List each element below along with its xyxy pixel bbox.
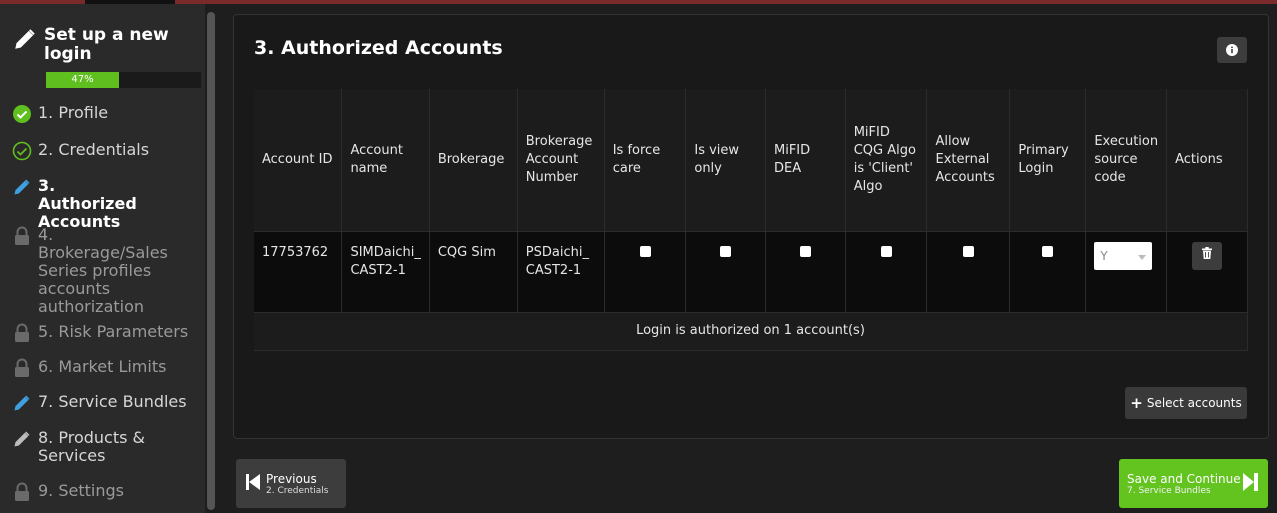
step-credentials[interactable]: 2. Credentials xyxy=(12,141,149,161)
step-service-bundles[interactable]: 7. Service Bundles xyxy=(12,393,187,413)
accounts-table: Account ID Account name Brokerage Broker… xyxy=(254,89,1248,351)
pencil-icon xyxy=(12,177,32,197)
pencil-icon xyxy=(12,429,32,449)
step-authorized-accounts[interactable]: 3. Authorized Accounts xyxy=(12,177,148,231)
check-circle-filled-icon xyxy=(12,104,32,124)
step-label: 2. Credentials xyxy=(38,140,150,159)
plus-icon: + xyxy=(1130,394,1143,412)
col-mifid-dea: MiFID DEA xyxy=(765,89,846,232)
next-step-label: 7. Service Bundles xyxy=(1127,485,1211,496)
section-title: 3. Authorized Accounts xyxy=(254,37,503,59)
step-label: 3. Authorized Accounts xyxy=(38,176,137,231)
account-name-cell: SIMDaichi_ CAST2-1 xyxy=(341,231,430,313)
step-label: 6. Market Limits xyxy=(38,357,167,376)
table-header-row: Account ID Account name Brokerage Broker… xyxy=(254,89,1248,232)
step-label: 5. Risk Parameters xyxy=(38,322,189,341)
step-label: 7. Service Bundles xyxy=(38,392,187,411)
info-icon xyxy=(1226,41,1238,60)
select-accounts-label: Select accounts xyxy=(1146,396,1242,410)
info-button[interactable] xyxy=(1217,37,1247,63)
step-profile[interactable]: 1. Profile xyxy=(12,104,108,124)
mifid-cqg-algo-cell xyxy=(845,231,928,313)
col-mifid-cqg-algo: MiFID CQG Algo is 'Client' Algo xyxy=(845,89,928,232)
skip-next-icon xyxy=(1243,472,1258,495)
lock-icon xyxy=(12,226,32,246)
execution-source-code-cell: Y xyxy=(1085,231,1168,313)
primary-login-cell xyxy=(1009,231,1087,313)
authorized-count-text: Login is authorized on 1 account(s) xyxy=(254,312,1248,351)
actions-cell xyxy=(1166,231,1248,313)
col-brokerage: Brokerage xyxy=(429,89,518,232)
col-account-name: Account name xyxy=(341,89,430,232)
step-market-limits[interactable]: 6. Market Limits xyxy=(12,358,166,378)
step-products-services[interactable]: 8. Products & Services xyxy=(12,429,158,465)
save-and-continue-button[interactable]: Save and Continue 7. Service Bundles xyxy=(1119,459,1268,508)
mifid-cqg-algo-checkbox[interactable] xyxy=(880,245,892,257)
previous-step-label: 2. Credentials xyxy=(266,485,329,496)
save-and-continue-label: Save and Continue xyxy=(1127,471,1241,486)
wizard-title: Set up a new login xyxy=(12,26,174,64)
allow-external-accounts-checkbox[interactable] xyxy=(962,245,974,257)
previous-label: Previous xyxy=(266,471,317,486)
select-value: Y xyxy=(1100,248,1108,263)
caret-down-icon xyxy=(1138,247,1147,265)
wizard-sidebar: Set up a new login 47% 1. Profile 2. Cre… xyxy=(0,4,205,513)
primary-login-checkbox[interactable] xyxy=(1042,245,1054,257)
step-brokerage-sales-series[interactable]: 4. Brokerage/Sales Series profiles accou… xyxy=(12,226,178,316)
is-view-only-cell xyxy=(685,231,766,313)
execution-source-code-select[interactable]: Y xyxy=(1094,241,1153,270)
mifid-dea-checkbox[interactable] xyxy=(799,245,811,257)
step-label: 4. Brokerage/Sales Series profiles accou… xyxy=(38,225,168,316)
brokerage-account-number-cell: PSDaichi_ CAST2-1 xyxy=(517,231,605,313)
col-allow-external-accounts: Allow External Accounts xyxy=(926,89,1011,232)
col-is-force-care: Is force care xyxy=(604,89,687,232)
step-settings[interactable]: 9. Settings xyxy=(12,482,124,502)
table-row: 17753762 SIMDaichi_ CAST2-1 CQG Sim PSDa… xyxy=(254,231,1248,313)
wizard-progress-bar: 47% xyxy=(46,72,201,88)
progress-label: 47% xyxy=(71,74,94,85)
step-label: 1. Profile xyxy=(38,103,109,122)
mifid-dea-cell xyxy=(765,231,846,313)
trash-icon xyxy=(1202,246,1213,265)
lock-icon xyxy=(12,358,32,378)
skip-previous-icon xyxy=(246,473,260,494)
pencil-icon xyxy=(12,26,38,56)
col-is-view-only: Is view only xyxy=(685,89,766,232)
check-circle-outline-icon xyxy=(12,141,32,161)
select-accounts-button[interactable]: + Select accounts xyxy=(1125,387,1247,419)
col-actions: Actions xyxy=(1166,89,1248,232)
table-footer-row: Login is authorized on 1 account(s) xyxy=(254,312,1248,351)
step-risk-parameters[interactable]: 5. Risk Parameters xyxy=(12,323,188,343)
authorized-accounts-panel: 3. Authorized Accounts Account ID Accoun… xyxy=(233,14,1269,439)
is-force-care-checkbox[interactable] xyxy=(639,245,651,257)
previous-button[interactable]: Previous 2. Credentials xyxy=(236,459,346,508)
sidebar-scrollbar[interactable] xyxy=(207,12,215,510)
lock-icon xyxy=(12,323,32,343)
pencil-icon xyxy=(12,393,32,413)
lock-icon xyxy=(12,482,32,502)
col-primary-login: Primary Login xyxy=(1009,89,1087,232)
step-label: 8. Products & Services xyxy=(38,428,145,465)
col-brokerage-account-number: Brokerage Account Number xyxy=(517,89,605,232)
delete-account-button[interactable] xyxy=(1192,241,1223,270)
wizard-title-text: Set up a new login xyxy=(44,25,169,64)
col-execution-source-code: Execution source code xyxy=(1085,89,1168,232)
is-view-only-checkbox[interactable] xyxy=(720,245,732,257)
col-account-id: Account ID xyxy=(254,89,343,232)
account-id-cell: 17753762 xyxy=(254,231,343,313)
is-force-care-cell xyxy=(604,231,687,313)
allow-external-accounts-cell xyxy=(926,231,1011,313)
brokerage-cell: CQG Sim xyxy=(429,231,518,313)
step-label: 9. Settings xyxy=(38,481,124,500)
